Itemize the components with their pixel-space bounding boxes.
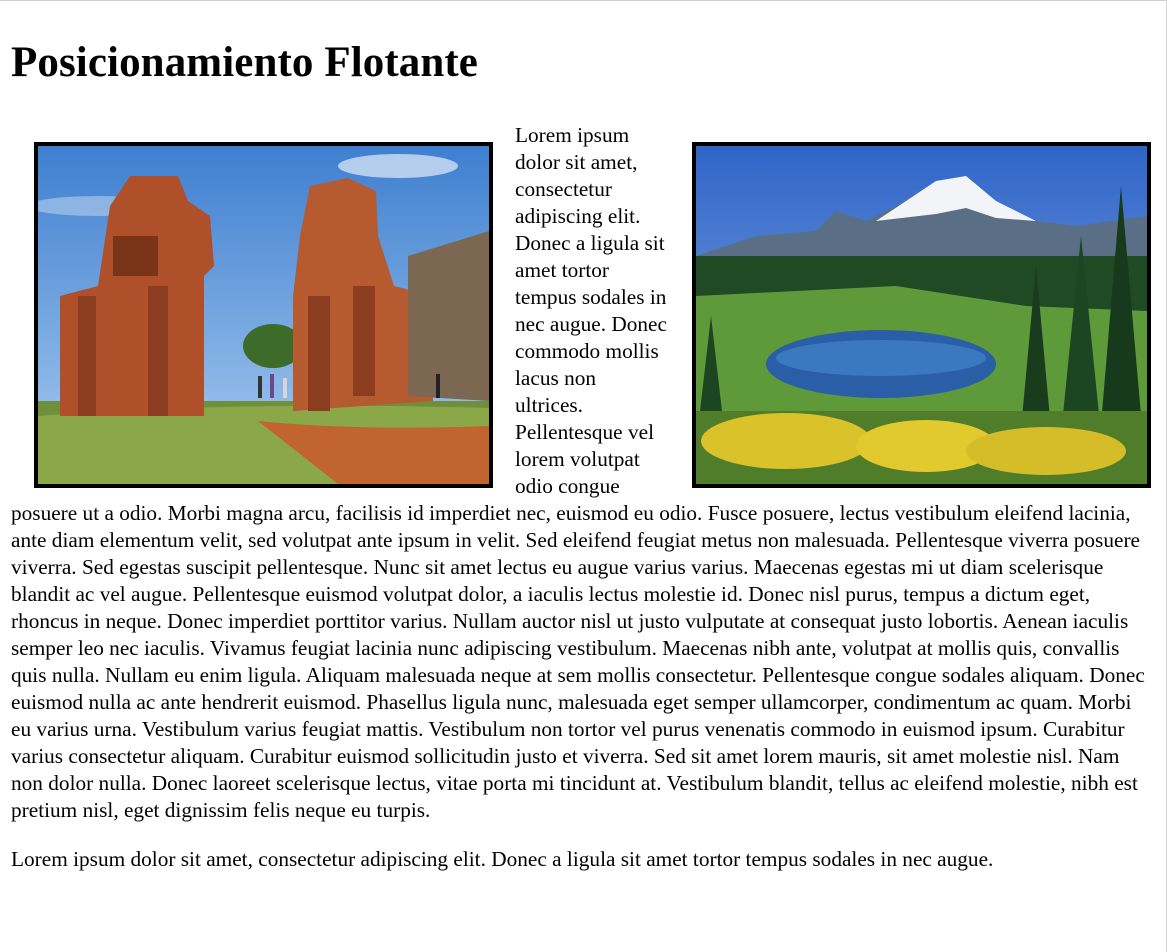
page-title: Posicionamiento Flotante: [11, 39, 478, 86]
mountain-lake-photo-icon: [696, 146, 1147, 484]
page-content: Posicionamiento Flotante Lorem ipsum dol…: [11, 0, 1151, 873]
ruins-image: [34, 142, 493, 488]
paragraph-2: Lorem ipsum dolor sit amet, consectetur …: [11, 847, 994, 871]
mountain-image: [692, 142, 1151, 488]
ruins-photo-icon: [38, 146, 489, 484]
